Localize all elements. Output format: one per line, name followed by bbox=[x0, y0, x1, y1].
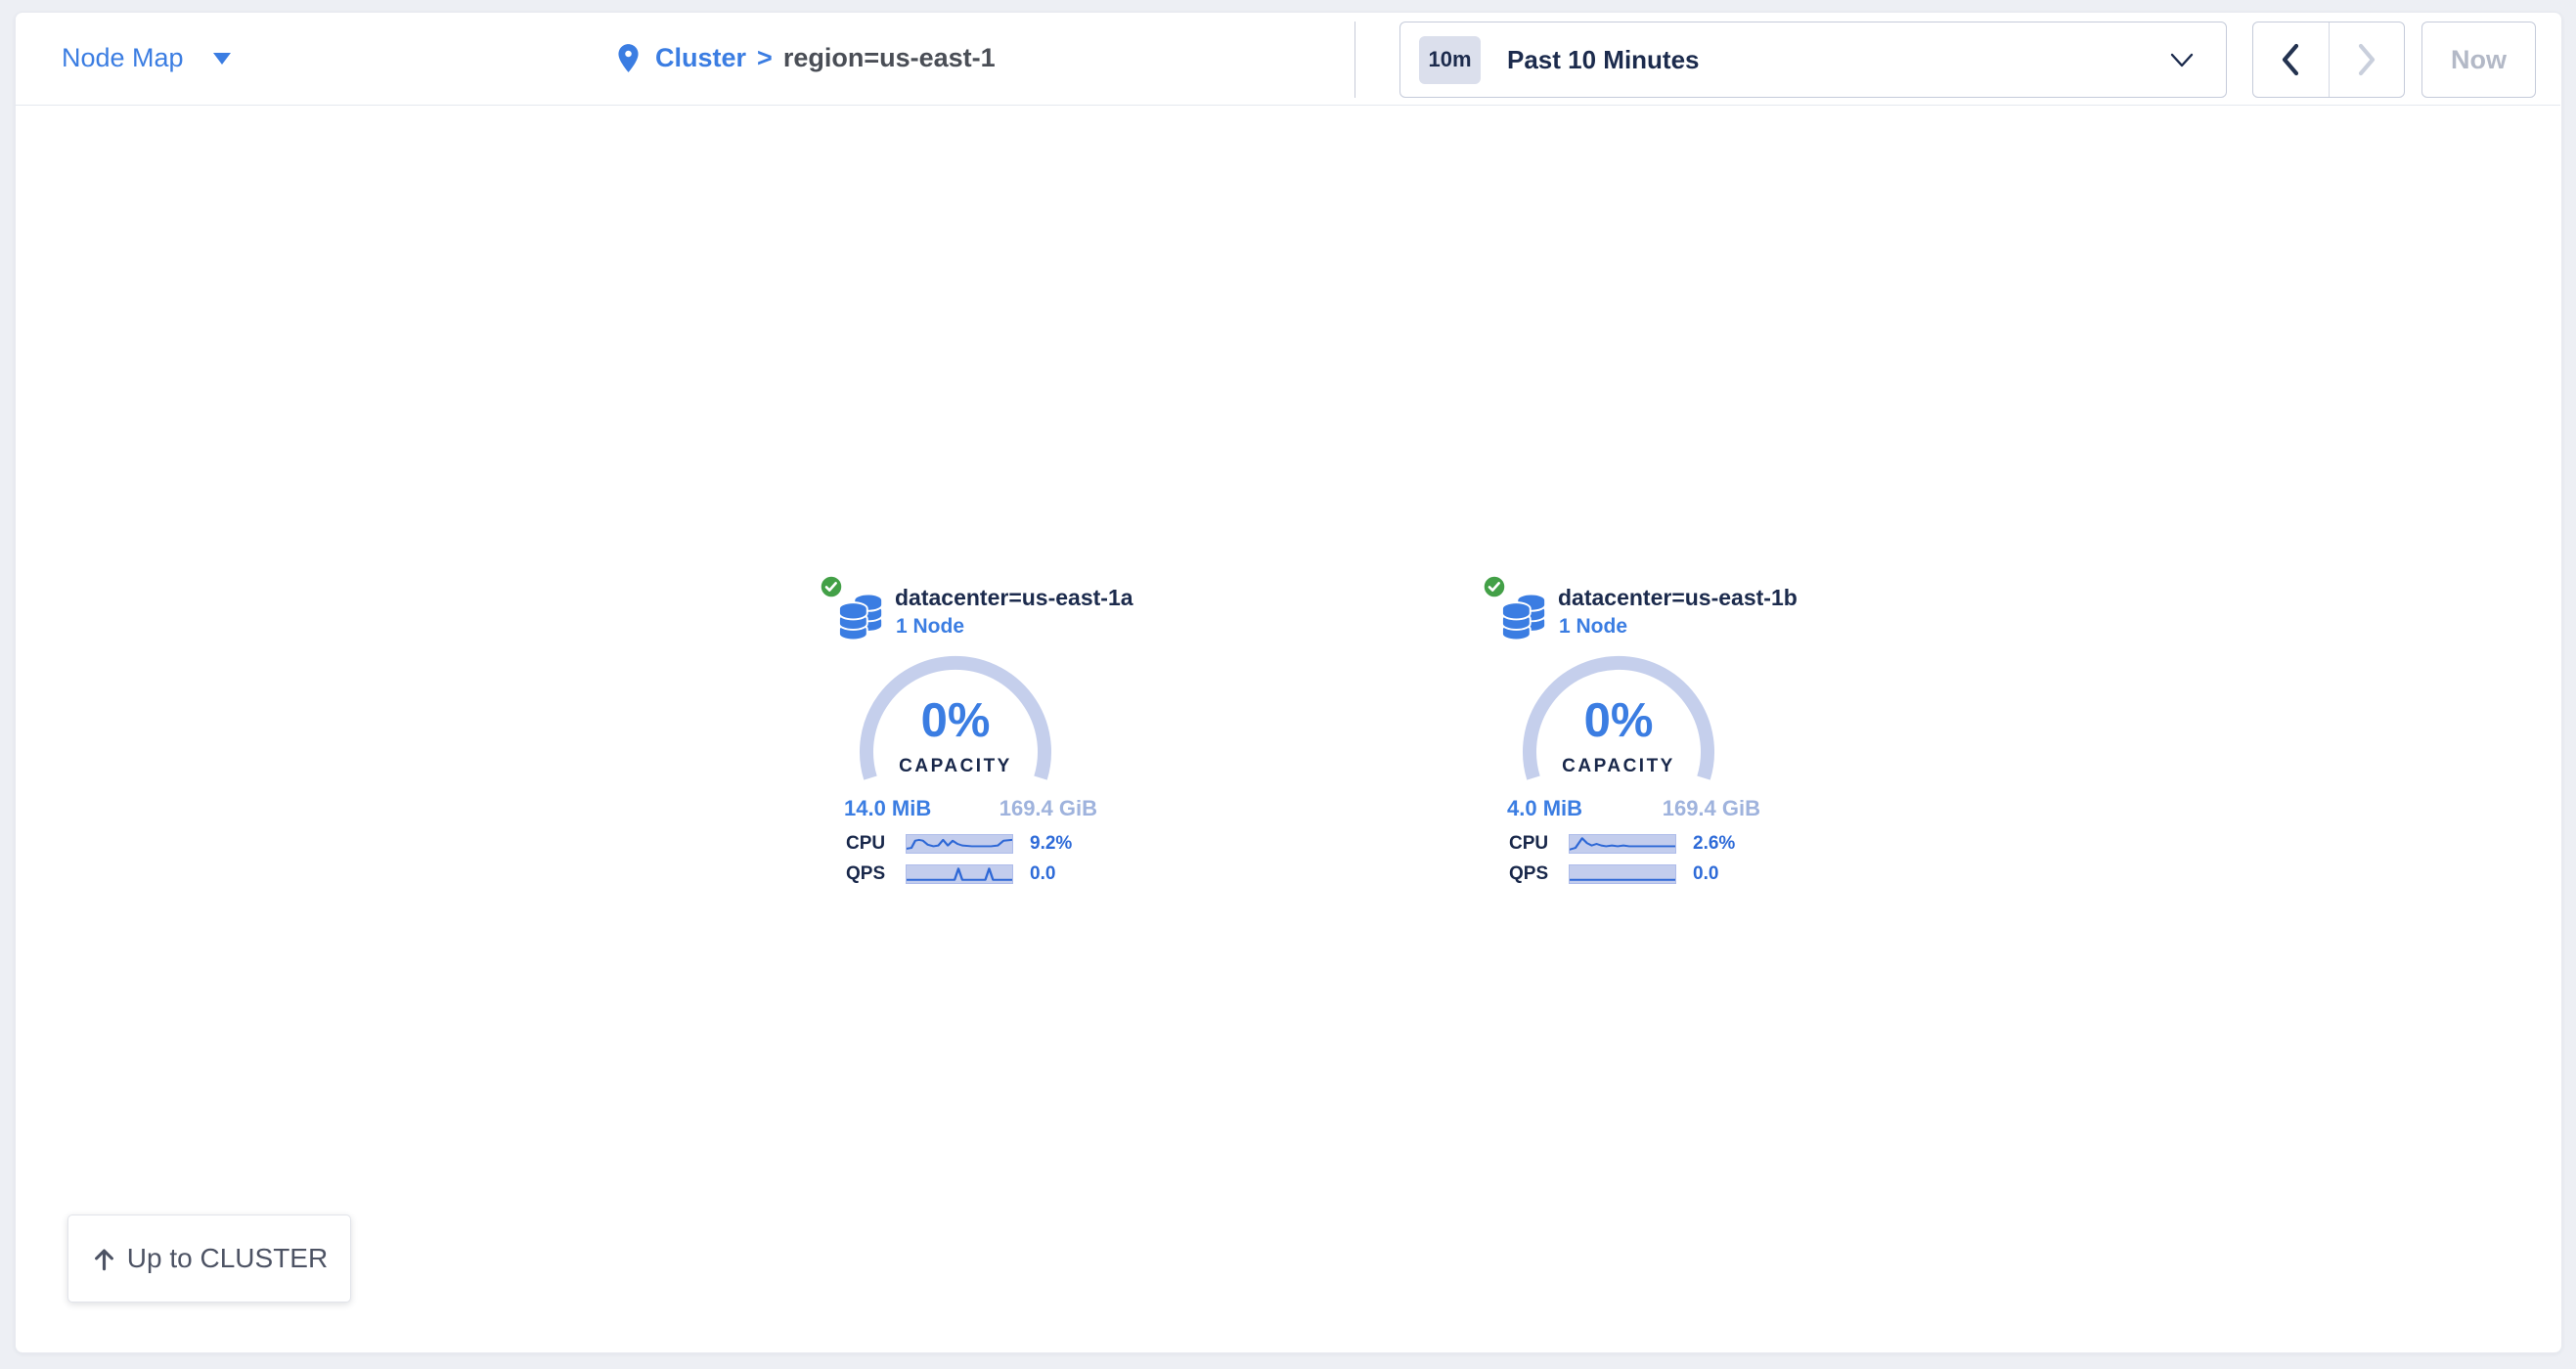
capacity-used: 14.0 MiB bbox=[844, 796, 931, 821]
capacity-caption: CAPACITY bbox=[853, 756, 1058, 777]
datacenter-stack-icon bbox=[838, 593, 885, 641]
cpu-value: 2.6% bbox=[1693, 833, 1735, 855]
view-selector-caret-icon bbox=[213, 53, 231, 65]
view-selector-dropdown[interactable]: Node Map bbox=[62, 12, 231, 105]
chevron-right-icon bbox=[2356, 43, 2377, 76]
breadcrumb-separator: > bbox=[757, 43, 773, 73]
capacity-arc bbox=[853, 649, 1058, 860]
time-window-badge: 10m bbox=[1419, 36, 1481, 84]
arrow-up-icon bbox=[91, 1246, 117, 1272]
up-to-cluster-label: Up to CLUSTER bbox=[127, 1243, 328, 1274]
cpu-sparkline bbox=[1569, 834, 1676, 854]
capacity-caption: CAPACITY bbox=[1516, 756, 1721, 777]
cpu-value: 9.2% bbox=[1030, 833, 1072, 855]
chevron-down-icon bbox=[2170, 53, 2194, 68]
breadcrumb-current: region=us-east-1 bbox=[783, 43, 996, 73]
datacenter-node-count: 1 Node bbox=[1559, 615, 1627, 639]
cpu-sparkline bbox=[906, 834, 1013, 854]
capacity-percent: 0% bbox=[1516, 693, 1721, 748]
datacenter-stack-icon bbox=[1501, 593, 1548, 641]
qps-sparkline bbox=[1569, 864, 1676, 884]
time-prev-button[interactable] bbox=[2253, 22, 2329, 97]
time-next-button[interactable] bbox=[2329, 22, 2405, 97]
location-pin-icon bbox=[617, 43, 640, 73]
datacenter-card-us-east-1b[interactable]: datacenter=us-east-1b 1 Node 0% CAPACITY… bbox=[1484, 572, 1777, 900]
qps-label: QPS bbox=[846, 863, 885, 885]
time-window-dropdown[interactable]: 10m Past 10 Minutes bbox=[1399, 22, 2227, 98]
datacenter-card-us-east-1a[interactable]: datacenter=us-east-1a 1 Node 0% CAPACITY… bbox=[821, 572, 1114, 900]
node-map-page: Node Map Cluster > region=us-east-1 10m … bbox=[0, 0, 2576, 1369]
datacenter-node-count: 1 Node bbox=[896, 615, 964, 639]
qps-value: 0.0 bbox=[1030, 863, 1055, 885]
qps-sparkline bbox=[906, 864, 1013, 884]
capacity-total: 169.4 GiB bbox=[999, 796, 1097, 821]
qps-value: 0.0 bbox=[1693, 863, 1718, 885]
up-to-cluster-button[interactable]: Up to CLUSTER bbox=[67, 1214, 351, 1303]
cpu-label: CPU bbox=[1509, 833, 1548, 855]
cpu-label: CPU bbox=[846, 833, 885, 855]
breadcrumb: Cluster > region=us-east-1 bbox=[617, 12, 996, 105]
datacenter-title: datacenter=us-east-1b bbox=[1558, 585, 1798, 611]
capacity-percent: 0% bbox=[853, 693, 1058, 748]
now-button-label: Now bbox=[2451, 45, 2507, 75]
breadcrumb-link-cluster[interactable]: Cluster bbox=[655, 43, 746, 73]
time-window-label: Past 10 Minutes bbox=[1507, 45, 1700, 75]
capacity-arc bbox=[1516, 649, 1721, 860]
datacenter-title: datacenter=us-east-1a bbox=[895, 585, 1133, 611]
now-button[interactable]: Now bbox=[2421, 22, 2536, 98]
capacity-total: 169.4 GiB bbox=[1663, 796, 1760, 821]
app-card bbox=[15, 12, 2562, 1353]
capacity-used: 4.0 MiB bbox=[1507, 796, 1582, 821]
view-selector-label: Node Map bbox=[62, 43, 184, 73]
time-nav-group bbox=[2252, 22, 2405, 98]
chevron-left-icon bbox=[2280, 43, 2301, 76]
qps-label: QPS bbox=[1509, 863, 1548, 885]
